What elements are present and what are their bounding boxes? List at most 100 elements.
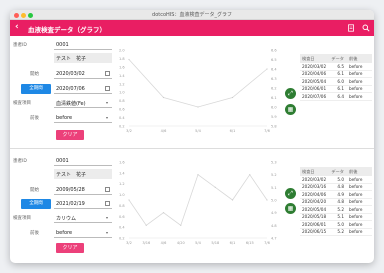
column-header: 検査日 bbox=[302, 55, 315, 61]
table-cell: 2020/04/06 bbox=[302, 191, 327, 197]
table-row[interactable]: 2020/04/20 4.8 before bbox=[300, 199, 372, 206]
x-tick: 5/4 bbox=[195, 129, 201, 133]
panel-divider bbox=[10, 148, 374, 149]
x-tick: 4/20 bbox=[177, 241, 185, 245]
y-tick-left: 1.0 bbox=[119, 193, 125, 197]
calendar-icon[interactable] bbox=[105, 187, 110, 192]
zoom-icon[interactable] bbox=[362, 24, 370, 32]
table-row[interactable]: 2020/03/16 4.8 before bbox=[300, 184, 372, 191]
table-cell: before bbox=[349, 191, 363, 197]
x-tick: 7/6 bbox=[264, 241, 270, 245]
table-header: 検査日 データ 前後 bbox=[300, 54, 372, 63]
timing-select[interactable]: before bbox=[54, 113, 112, 123]
data-point bbox=[162, 212, 165, 214]
data-point bbox=[266, 199, 268, 201]
all-period-button[interactable]: 全期間 bbox=[21, 199, 51, 209]
calendar-icon[interactable] bbox=[105, 71, 110, 76]
table-cell: before bbox=[349, 78, 363, 84]
chevron-down-icon: ▾ bbox=[106, 115, 109, 120]
table-cell: before bbox=[349, 93, 363, 99]
calendar-icon[interactable] bbox=[105, 201, 110, 206]
table-cell: before bbox=[349, 63, 363, 69]
x-tick: 5/18 bbox=[211, 241, 219, 245]
patient-name: テスト 花子 bbox=[54, 53, 112, 63]
table-cell: 2020/05/04 bbox=[302, 206, 327, 212]
table-row[interactable]: 2020/05/04 6.0 before bbox=[300, 78, 372, 86]
end-date-input[interactable]: 2021/02/19 bbox=[54, 199, 112, 209]
patient-id-label: 患者ID bbox=[13, 159, 27, 164]
x-tick: 4/6 bbox=[161, 129, 167, 133]
app-bar: ‹ 血液検査データ（グラフ） bbox=[10, 20, 374, 36]
x-tick: 3/2 bbox=[126, 241, 132, 245]
end-date-input[interactable]: 2020/07/06 bbox=[54, 84, 112, 94]
x-tick: 7/6 bbox=[264, 129, 270, 133]
y-tick-left: 1.8 bbox=[119, 57, 125, 61]
x-tick: 6/1 bbox=[230, 241, 236, 245]
y-tick-left: 1.2 bbox=[119, 82, 125, 86]
calendar-icon[interactable] bbox=[105, 86, 110, 91]
table-cell: 2020/05/04 bbox=[302, 78, 327, 84]
table-cell: 4.8 bbox=[337, 199, 344, 205]
table-cell: 2020/05/18 bbox=[302, 214, 327, 220]
y-tick-right: 5.2 bbox=[271, 173, 277, 177]
x-tick: 6/1 bbox=[230, 129, 236, 133]
clear-button[interactable]: クリア bbox=[56, 130, 84, 140]
timing-select[interactable]: before bbox=[54, 228, 112, 238]
start-date-input[interactable]: 2020/03/02 bbox=[54, 69, 112, 79]
table-row[interactable]: 2020/06/15 5.2 before bbox=[300, 229, 372, 236]
table-row[interactable]: 2020/03/02 6.5 before bbox=[300, 63, 372, 71]
data-point bbox=[214, 186, 216, 188]
data-point bbox=[145, 224, 147, 226]
y-tick-right: 5.3 bbox=[271, 161, 277, 165]
table-cell: before bbox=[349, 71, 363, 77]
expand-icon[interactable]: ⤢ bbox=[285, 88, 296, 99]
patient-id-input[interactable]: 0001 bbox=[54, 156, 112, 166]
item-select[interactable]: カリウム bbox=[54, 213, 112, 223]
x-tick: 5/4 bbox=[195, 241, 201, 245]
start-label: 開始 bbox=[30, 188, 39, 193]
table-cell: 2020/07/06 bbox=[302, 93, 327, 99]
table-cell: before bbox=[349, 229, 363, 235]
all-period-button[interactable]: 全期間 bbox=[21, 84, 51, 94]
panel-1: 患者ID 0001 テスト 花子 開始 2020/03/02 全期間 2020/… bbox=[10, 36, 374, 148]
patient-id-input[interactable]: 0001 bbox=[54, 40, 112, 50]
table-row[interactable]: 2020/05/18 5.1 before bbox=[300, 214, 372, 221]
document-icon[interactable] bbox=[347, 24, 355, 32]
item-label: 検査項目 bbox=[13, 216, 31, 221]
y-tick-left: 0.8 bbox=[119, 99, 125, 103]
x-tick: 3/16 bbox=[142, 241, 150, 245]
y-tick-left: 0.8 bbox=[119, 204, 125, 208]
table-row[interactable]: 2020/04/06 6.1 before bbox=[300, 71, 372, 78]
y-tick-left: 0.2 bbox=[119, 125, 125, 129]
table-row[interactable]: 2020/07/06 6.4 before bbox=[300, 93, 372, 101]
table-cell: 2020/06/15 bbox=[302, 229, 327, 235]
table-row[interactable]: 2020/06/01 6.1 before bbox=[300, 86, 372, 93]
data-point bbox=[266, 68, 268, 70]
table-row[interactable]: 2020/06/01 5.0 before bbox=[300, 221, 372, 229]
table-icon[interactable]: ▦ bbox=[285, 203, 296, 214]
y-tick-left: 0.6 bbox=[119, 108, 125, 112]
page-title: 血液検査データ（グラフ） bbox=[28, 26, 106, 34]
table-cell: 4.9 bbox=[337, 191, 344, 197]
item-select[interactable]: 血清鉄値(Fe) bbox=[54, 98, 112, 108]
table-row[interactable]: 2020/05/04 5.2 before bbox=[300, 206, 372, 214]
start-label: 開始 bbox=[30, 72, 39, 77]
table-cell: 4.8 bbox=[337, 184, 344, 190]
data-point bbox=[128, 199, 130, 201]
y-tick-right: 6.6 bbox=[271, 49, 277, 53]
table-row[interactable]: 2020/03/02 5.0 before bbox=[300, 176, 372, 184]
y-tick-right: 4.8 bbox=[271, 224, 277, 228]
series-line bbox=[128, 173, 268, 226]
window-title: dotcoHIS：血液検査データ_グラフ bbox=[152, 12, 232, 18]
table-icon[interactable]: ▦ bbox=[285, 104, 296, 115]
start-date-input[interactable]: 2009/05/28 bbox=[54, 185, 112, 195]
timing-label: 前後 bbox=[30, 116, 39, 121]
table-row[interactable]: 2020/04/06 4.9 before bbox=[300, 191, 372, 199]
back-icon[interactable]: ‹ bbox=[15, 22, 19, 33]
column-header: 前後 bbox=[349, 55, 358, 61]
table-cell: 2020/04/06 bbox=[302, 71, 327, 77]
table-cell: 2020/06/01 bbox=[302, 86, 327, 92]
y-tick-right: 6.2 bbox=[271, 87, 277, 91]
clear-button[interactable]: クリア bbox=[56, 243, 84, 253]
expand-icon[interactable]: ⤢ bbox=[285, 188, 296, 199]
